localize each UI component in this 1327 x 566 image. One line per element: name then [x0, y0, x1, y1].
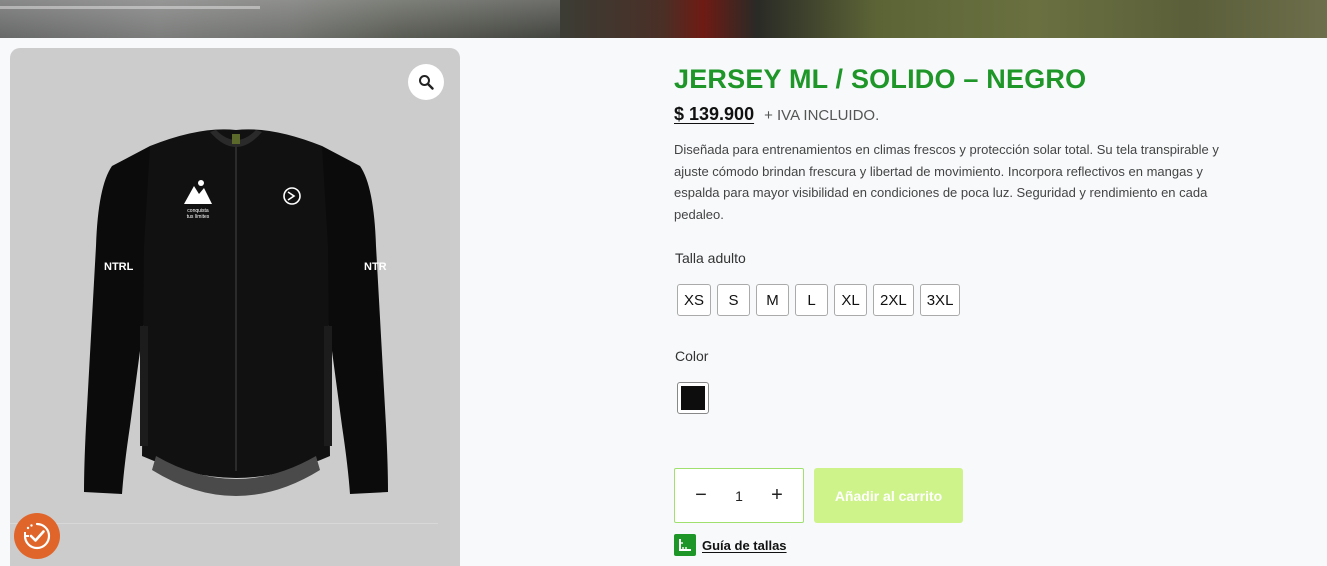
gallery-divider — [10, 523, 438, 524]
quantity-value[interactable]: 1 — [735, 488, 743, 504]
product-description: Diseñada para entrenamientos en climas f… — [674, 142, 1219, 222]
chest-logo-line2: tus límites — [187, 214, 210, 220]
size-option-xs[interactable]: XS — [677, 284, 712, 316]
product-page: conquista tus límites NTRL NTR JERSEY ML… — [0, 0, 1327, 566]
product-gallery: conquista tus límites NTRL NTR — [10, 48, 460, 566]
product-price: $ 139.900 — [674, 104, 755, 124]
increase-quantity-button[interactable]: + — [765, 484, 789, 507]
swatch-fill — [681, 386, 705, 410]
add-to-cart-button[interactable]: Añadir al carrito — [814, 468, 963, 523]
size-option-m[interactable]: M — [756, 284, 790, 316]
size-option-2xl[interactable]: 2XL — [873, 284, 914, 316]
size-option-xl[interactable]: XL — [834, 284, 868, 316]
zoom-button[interactable] — [408, 64, 444, 100]
size-option-3xl[interactable]: 3XL — [919, 284, 961, 316]
size-option-l[interactable]: L — [795, 284, 829, 316]
sleeve-print-right: NTR — [364, 261, 387, 273]
quantity-stepper: − 1 + — [674, 468, 804, 523]
hero-banner-image — [0, 0, 1327, 38]
decrease-quantity-button[interactable]: − — [689, 484, 713, 507]
magnifier-icon — [419, 75, 434, 90]
color-label: Color — [675, 348, 709, 364]
ruler-icon — [674, 534, 696, 556]
checkmark-clock-icon — [23, 522, 51, 550]
price-row: $ 139.900 + IVA INCLUIDO. — [674, 104, 879, 125]
product-title: JERSEY ML / SOLIDO – NEGRO — [674, 64, 1087, 94]
size-guide-link[interactable]: Guía de tallas — [674, 534, 787, 556]
tax-note: + IVA INCLUIDO. — [764, 107, 880, 124]
size-option-s[interactable]: S — [717, 284, 751, 316]
color-swatch-black[interactable] — [677, 382, 709, 414]
sleeve-print-left: NTRL — [104, 261, 134, 273]
consent-badge-button[interactable] — [14, 513, 60, 559]
jersey-product-image: conquista tus límites NTRL NTR — [84, 129, 388, 496]
size-guide-label: Guía de tallas — [702, 537, 787, 553]
size-label: Talla adulto — [675, 250, 746, 266]
hero-road-stripe — [0, 6, 260, 9]
size-options: XS S M L XL 2XL 3XL — [677, 284, 961, 316]
